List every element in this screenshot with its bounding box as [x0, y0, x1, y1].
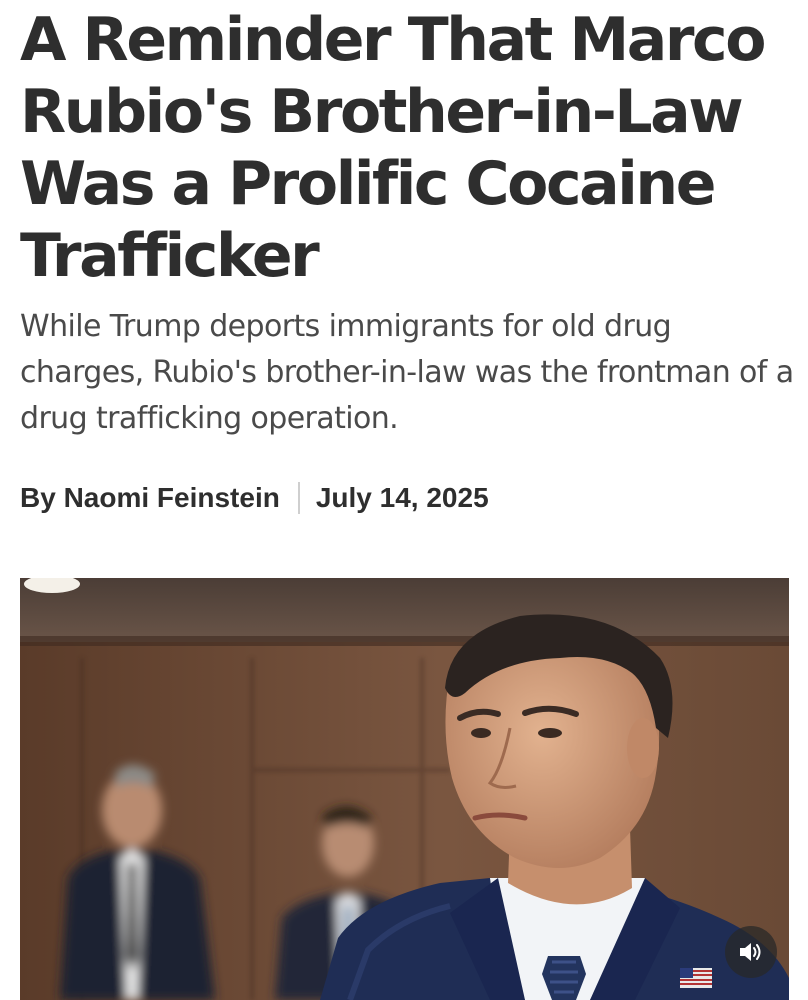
lead-photo-illustration — [20, 578, 789, 1000]
article: A Reminder That Marco Rubio's Brother-in… — [0, 0, 808, 1000]
speaker-volume-icon — [740, 943, 761, 961]
author-link[interactable]: By Naomi Feinstein — [20, 482, 280, 514]
byline: By Naomi Feinstein July 14, 2025 — [20, 478, 489, 518]
dek-summary: While Trump deports immigrants for old d… — [20, 309, 794, 436]
audio-toggle-button[interactable] — [725, 926, 777, 978]
lead-photo[interactable] — [20, 578, 789, 1000]
headline: A Reminder That Marco Rubio's Brother-in… — [20, 5, 766, 291]
publish-date: July 14, 2025 — [315, 482, 489, 513]
byline-divider — [297, 482, 300, 514]
us-flag-pin-icon — [680, 968, 712, 988]
